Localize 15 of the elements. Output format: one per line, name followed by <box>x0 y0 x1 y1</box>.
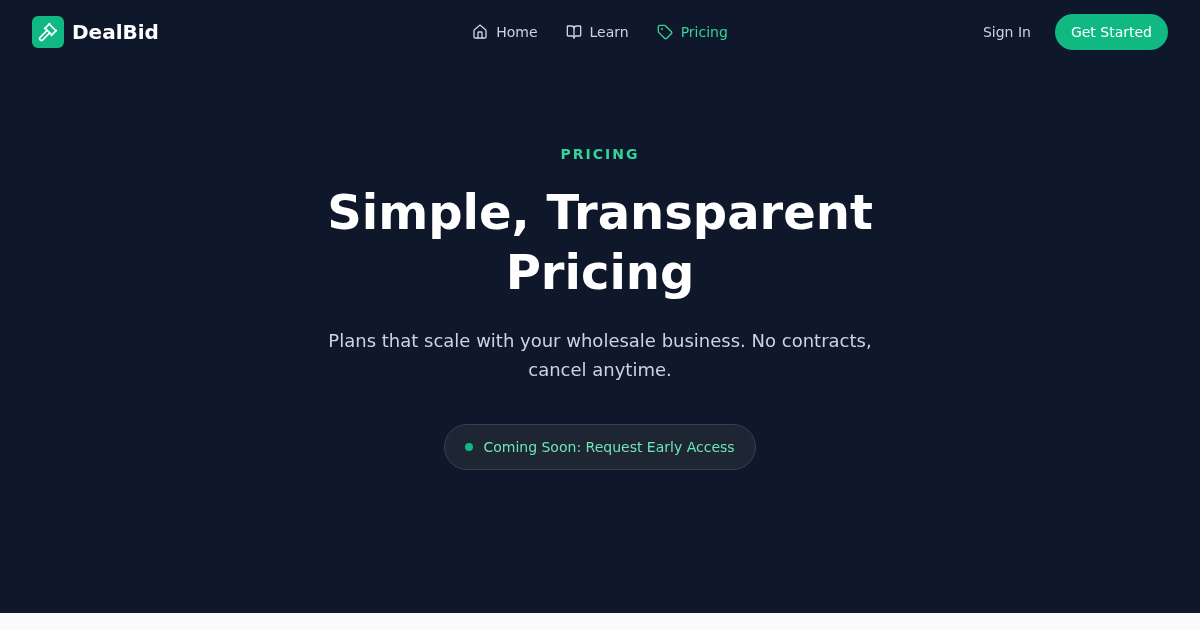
nav-link[interactable]: Learn <box>565 24 629 40</box>
badge-label: Coming Soon: Request Early Access <box>483 439 735 455</box>
nav-link[interactable]: Pricing <box>656 24 728 40</box>
home-icon <box>472 24 489 40</box>
section-eyebrow: PRICING <box>560 145 640 164</box>
brand-name: DealBid <box>72 20 159 44</box>
hero-title: Simple, Transparent Pricing <box>326 183 874 302</box>
sign-in-link[interactable]: Sign In <box>982 24 1031 40</box>
gavel-icon <box>32 16 64 48</box>
nav-link[interactable]: Home <box>472 24 538 40</box>
hero-subtitle: Plans that scale with your wholesale business. No contracts, cancel anytime. <box>327 329 873 382</box>
book-icon <box>565 24 582 40</box>
early-access-badge[interactable]: Coming Soon: Request Early Access <box>444 424 756 470</box>
tag-icon <box>656 24 673 40</box>
status-dot-icon <box>465 443 474 451</box>
